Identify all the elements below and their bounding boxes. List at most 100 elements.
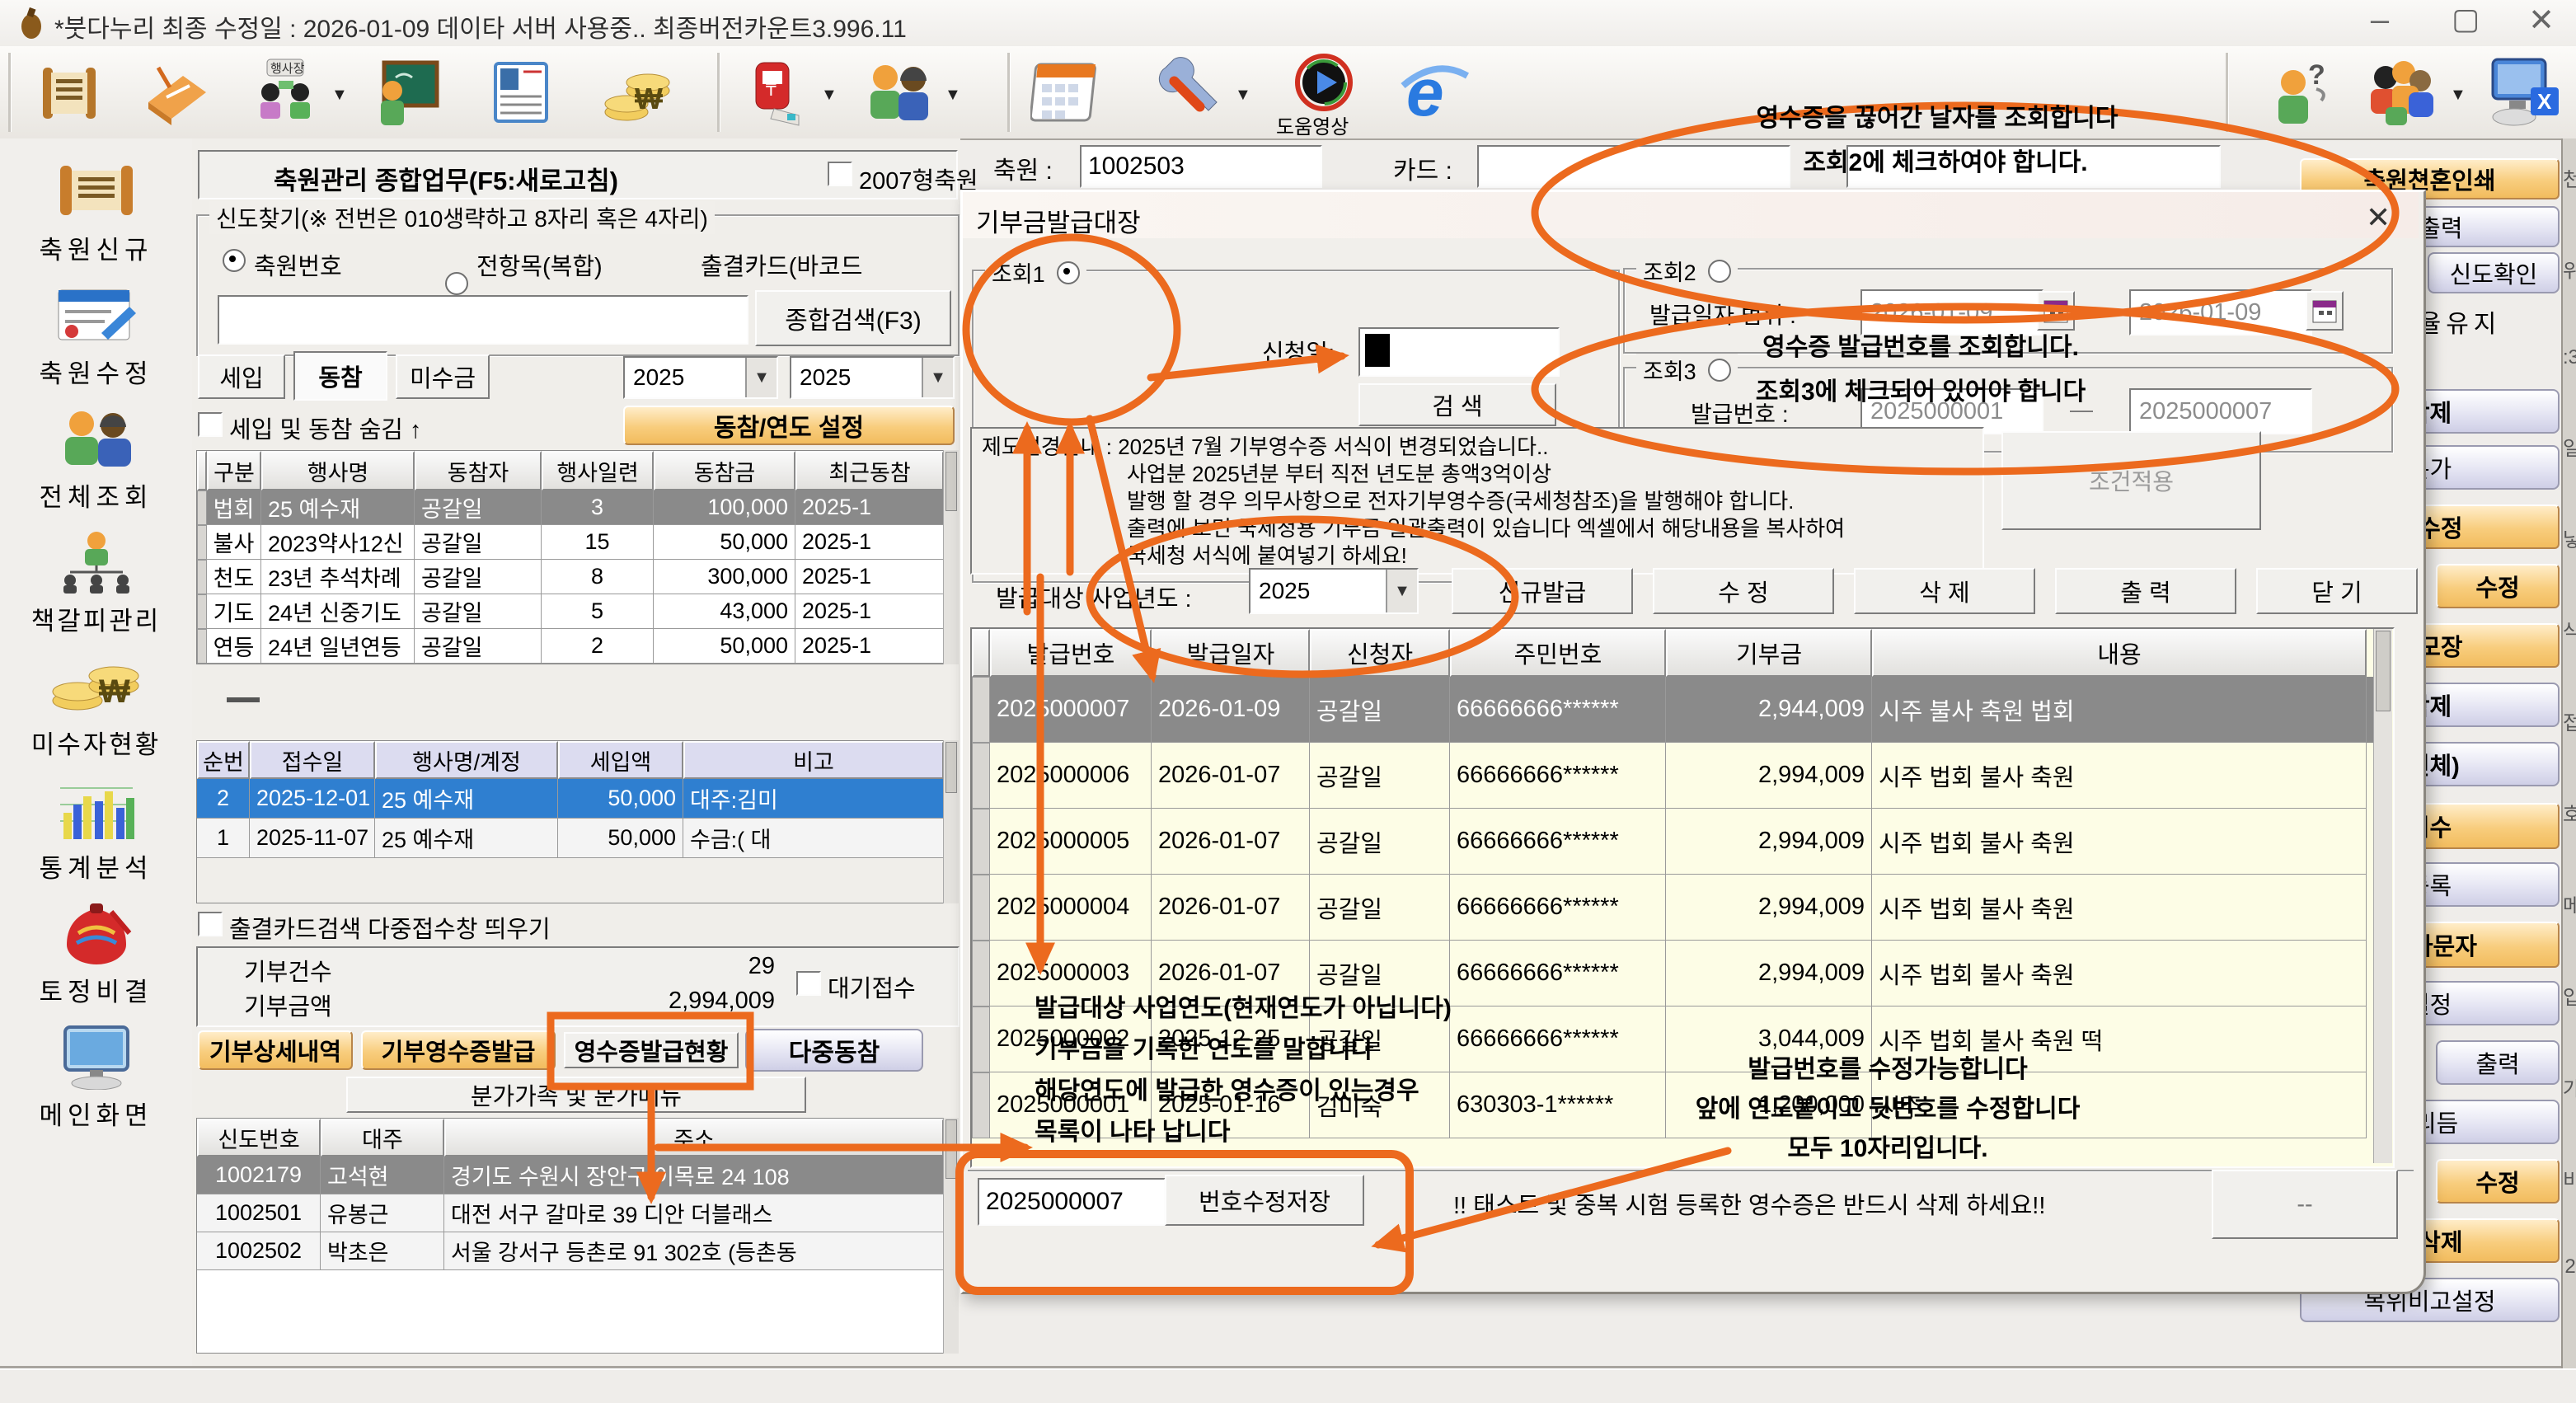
table-row[interactable]: 1002179고석현경기도 수원시 장안구 이목로 24 108 [197,1157,957,1194]
chukwon-field[interactable]: 1002503 [1080,145,1322,188]
table-row[interactable]: 법회25 예수재공갈일3100,0002025-1 [197,490,957,525]
table-row[interactable]: 천도23년 추석차례공갈일8300,0002025-1 [197,560,957,594]
year-setting-button[interactable]: 동참/연도 설정 [623,406,955,445]
chevron-down-icon[interactable]: ▼ [745,358,777,397]
dialog-close-icon[interactable]: ✕ [2366,200,2391,235]
help-video-icon[interactable] [1283,51,1365,114]
calendar-picker-icon[interactable] [2306,291,2344,331]
multi-dongcham-button[interactable]: 다중동참 [745,1029,923,1072]
member-table[interactable]: 신도번호대주주소1002179고석현경기도 수원시 장안구 이목로 24 108… [196,1118,958,1354]
type2007-checkbox[interactable] [828,162,852,186]
edit-note-icon[interactable] [51,280,142,350]
tools-dropdown-icon[interactable]: ▼ [1235,86,1251,105]
bar-chart-icon[interactable] [51,775,142,844]
close-dialog-button[interactable]: 닫 기 [2256,568,2418,614]
tools-icon[interactable] [1147,54,1227,130]
radio-all-fields[interactable] [445,272,468,295]
table-row[interactable]: 20250000042026-01-07공갈일66666666******2,9… [972,875,2373,941]
event-table[interactable]: 구분행사명동참자행사일련동참금최근동참법회25 예수재공갈일3100,00020… [196,450,958,664]
sidebar-item-stats[interactable]: 통계분석 [0,847,192,884]
table-row[interactable]: 22025-12-0125 예수재50,000대주:김미 [197,779,957,819]
sidebar-item-unpaid[interactable]: 미수자현황 [0,724,192,761]
receipt-number-input[interactable]: 2025000007 [978,1178,1166,1226]
minimize-button[interactable]: – [2351,2,2409,41]
table-row[interactable]: 20250000062026-01-07공갈일66666666******2,9… [972,743,2373,809]
mailbox-dropdown-icon[interactable]: ▼ [821,86,838,105]
mailbox-icon[interactable]: ₸ [739,54,814,130]
applicant-input[interactable] [1358,327,1560,377]
member-table-scrollbar[interactable] [943,1118,959,1354]
tab-seip[interactable]: 세입 [198,354,285,399]
user-question-icon[interactable]: ? [2264,54,2339,130]
monitor-icon[interactable] [51,1022,142,1091]
rightbar-print2-button[interactable]: 출력 [2436,1040,2560,1085]
chevron-down-icon[interactable]: ▼ [1386,570,1417,612]
year-dropdown-2[interactable]: 2025▼ [790,356,955,399]
new-issue-button[interactable]: 신규발급 [1452,568,1633,614]
dash-button[interactable]: -- [2212,1170,2398,1239]
people-dropdown-icon[interactable]: ▼ [945,86,961,105]
receipt-issue-button[interactable]: 기부영수증발급 [361,1030,556,1070]
income-table-scrollbar[interactable] [943,740,959,903]
table-row[interactable]: 1002502박초은서울 강서구 등촌로 91 302호 (등촌동 [197,1232,957,1270]
chevron-down-icon[interactable]: ▼ [922,358,953,397]
sidebar-item-edit[interactable]: 축원수정 [0,353,192,390]
print-button[interactable]: 출 력 [2055,568,2236,614]
table-row[interactable]: 불사2023약사12신공갈일1550,0002025-1 [197,525,957,560]
rightbar-sujeong2-button[interactable]: 수정 [2436,1159,2560,1204]
altar-icon[interactable] [140,56,213,129]
receipt-table-scrollbar[interactable] [2373,629,2392,1163]
income-table[interactable]: 순번접수일행사명/계정세입액비고22025-12-0125 예수재50,000대… [196,740,958,903]
dialog-search-button[interactable]: 검 색 [1358,383,1556,426]
scroll-icon[interactable] [33,56,106,129]
card-field[interactable] [1477,145,1790,188]
coins-won-icon[interactable]: ₩ [45,651,148,720]
edit-button[interactable]: 수 정 [1653,568,1834,614]
finder-search-input[interactable] [218,295,748,345]
year-dropdown-1[interactable]: 2025▼ [623,356,778,399]
family-menu-button[interactable]: 분가가족 및 분가메뉴 [346,1077,806,1113]
issue-number-to-input[interactable]: 2025000007 [2129,388,2312,434]
donation-detail-button[interactable]: 기부상세내역 [198,1030,353,1070]
table-row[interactable]: 20250000052026-01-07공갈일66666666******2,9… [972,809,2373,875]
query1-radio[interactable] [1057,261,1080,284]
attendance-search-checkbox[interactable] [198,912,223,936]
target-year-dropdown[interactable]: 2025▼ [1249,568,1419,614]
coins-icon[interactable]: ₩ [600,56,676,129]
sidebar-item-viewall[interactable]: 전체조회 [0,476,192,514]
sidebar-item-main[interactable]: 메인화면 [0,1095,192,1132]
query2-radio[interactable] [1708,260,1731,283]
sidebar-item-new[interactable]: 축원신규 [0,229,192,266]
org-tree-icon[interactable] [51,528,142,597]
fortune-bag-icon[interactable] [51,899,142,968]
query3-radio[interactable] [1708,359,1731,382]
scroll-icon[interactable] [51,157,142,226]
delete-button[interactable]: 삭 제 [1854,568,2035,614]
table-row[interactable]: 기도24년 신중기도공갈일543,0002025-1 [197,594,957,629]
people-icon[interactable] [857,54,936,130]
tab-dongcham[interactable]: 동참 [293,351,387,401]
wait-checkbox[interactable] [796,971,821,996]
sidebar-item-bookmark[interactable]: 책갈피관리 [0,600,192,637]
save-number-button[interactable]: 번호수정저장 [1165,1175,1364,1226]
close-button[interactable]: ✕ [2513,2,2570,41]
receipt-status-button[interactable]: 영수증발급현황 [564,1032,739,1068]
event-table-scrollbar[interactable] [943,450,959,664]
maximize-button[interactable]: ▢ [2437,2,2494,41]
table-row[interactable]: 12025-11-0725 예수재50,000수금:( 대 [197,819,957,858]
radio-chukwon-number[interactable] [223,249,246,272]
table-row[interactable]: 20250000072026-01-09공갈일66666666******2,9… [972,677,2373,743]
event-manager-icon[interactable]: 행사장 [247,54,323,130]
calendar-picker-icon[interactable] [2037,291,2075,331]
rightbar-sujeong-button[interactable]: 수정 [2436,564,2560,608]
table-row[interactable]: 연등24년 일년연등공갈일250,0002025-1 [197,629,957,664]
sidebar-item-fortune[interactable]: 토정비결 [0,971,192,1008]
lecture-icon[interactable] [369,54,445,130]
table-row[interactable]: 1002501유봉근대전 서구 갈마로 39 디안 더블래스 [197,1194,957,1232]
receipt-card-icon[interactable] [488,56,564,129]
internet-explorer-icon[interactable]: e [1395,53,1474,132]
pc-export-icon[interactable]: X [2483,53,2565,132]
tab-misu[interactable]: 미수금 [396,354,490,399]
dialog-title-strip[interactable] [963,192,2419,238]
apply-condition-button[interactable]: 조건적용 [2001,431,2261,530]
